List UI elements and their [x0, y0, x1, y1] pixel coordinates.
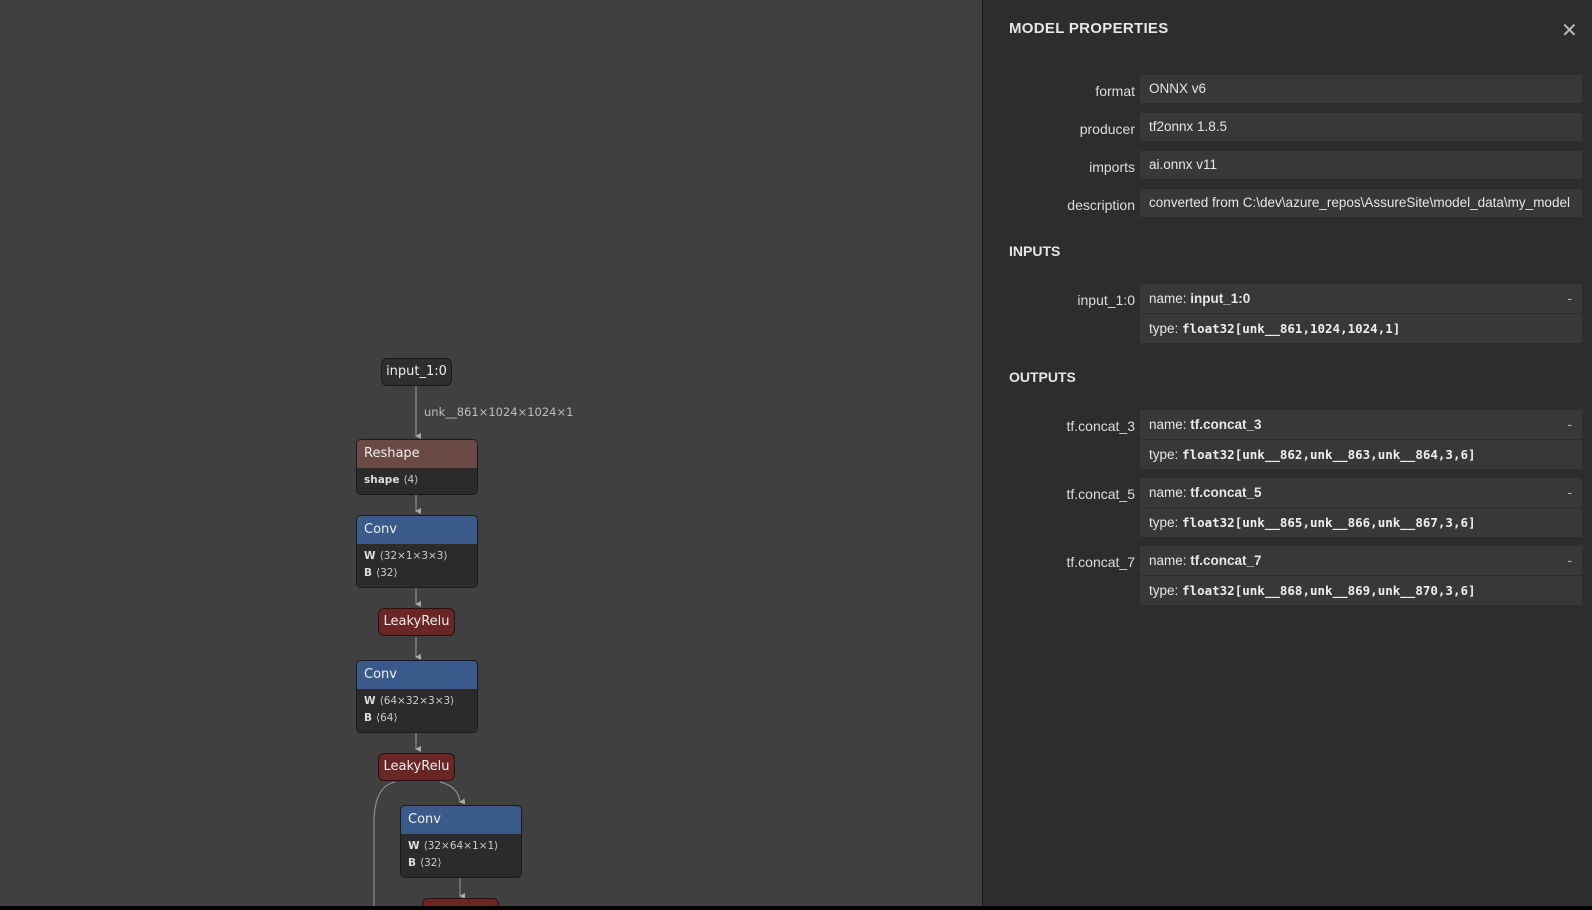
graph-node-reshape[interactable]: Reshape shape ⟨4⟩ — [356, 439, 478, 495]
output-name-line: name: tf.concat_5- — [1140, 478, 1582, 507]
node-op-label: LeakyRelu — [383, 614, 450, 629]
output-details[interactable]: name: tf.concat_5- type: float32[unk__86… — [1140, 478, 1582, 537]
node-attr: W ⟨64×32×3×3⟩ — [364, 695, 455, 707]
output-type-line: type: float32[unk__862,unk__863,unk__864… — [1140, 439, 1582, 469]
property-value[interactable]: ai.onnx v11 — [1140, 151, 1582, 179]
property-label: format — [1095, 83, 1135, 99]
collapse-toggle[interactable]: - — [1568, 410, 1573, 439]
property-value[interactable]: ONNX v6 — [1140, 75, 1582, 103]
node-op-label: Reshape — [357, 440, 477, 468]
property-value[interactable]: converted from C:\dev\azure_repos\Assure… — [1140, 189, 1582, 217]
inputs-section-title: INPUTS — [1009, 243, 1061, 259]
collapse-toggle[interactable]: - — [1568, 284, 1573, 313]
node-attr: B ⟨32⟩ — [408, 857, 442, 869]
graph-node-conv[interactable]: Conv W ⟨32×1×3×3⟩ B ⟨32⟩ — [356, 515, 478, 588]
input-details[interactable]: name: input_1:0- type: float32[unk__861,… — [1140, 284, 1582, 343]
output-details[interactable]: name: tf.concat_7- type: float32[unk__86… — [1140, 546, 1582, 605]
graph-node-input[interactable]: input_1:0 — [381, 358, 452, 386]
node-op-label: Conv — [401, 806, 521, 834]
model-properties-panel: MODEL PROPERTIES ✕ format ONNX v6 produc… — [982, 0, 1592, 906]
node-attr: shape ⟨4⟩ — [364, 474, 419, 486]
node-op-label: Conv — [357, 516, 477, 544]
graph-node-leakyrelu[interactable]: LeakyRelu — [378, 608, 455, 636]
graph-edge-label: unk__861×1024×1024×1 — [424, 405, 574, 419]
output-label: tf.concat_5 — [1066, 486, 1136, 502]
node-attr: B ⟨64⟩ — [364, 712, 398, 724]
output-details[interactable]: name: tf.concat_3- type: float32[unk__86… — [1140, 410, 1582, 469]
output-name-line: name: tf.concat_7- — [1140, 546, 1582, 575]
node-op-label: LeakyRelu — [383, 759, 450, 774]
node-op-label: Conv — [357, 661, 477, 689]
node-attr: W ⟨32×64×1×1⟩ — [408, 840, 499, 852]
graph-node-input-label: input_1:0 — [386, 364, 447, 379]
output-name-line: name: tf.concat_3- — [1140, 410, 1582, 439]
graph-edges — [373, 386, 466, 906]
input-label: input_1:0 — [1077, 292, 1135, 308]
graph-node-conv[interactable]: Conv W ⟨64×32×3×3⟩ B ⟨64⟩ — [356, 660, 478, 733]
output-label: tf.concat_3 — [1066, 418, 1136, 434]
graph-node-partial[interactable] — [422, 898, 499, 906]
collapse-toggle[interactable]: - — [1568, 546, 1573, 575]
property-value[interactable]: tf2onnx 1.8.5 — [1140, 113, 1582, 141]
graph-node-conv[interactable]: Conv W ⟨32×64×1×1⟩ B ⟨32⟩ — [400, 805, 522, 878]
input-name-line: name: input_1:0- — [1140, 284, 1582, 313]
collapse-toggle[interactable]: - — [1568, 478, 1573, 507]
property-label: description — [1067, 197, 1135, 213]
property-label: producer — [1079, 121, 1135, 137]
output-label: tf.concat_7 — [1066, 554, 1136, 570]
node-attr: W ⟨32×1×3×3⟩ — [364, 550, 448, 562]
graph-node-leakyrelu[interactable]: LeakyRelu — [378, 753, 455, 781]
node-attr: B ⟨32⟩ — [364, 567, 398, 579]
input-type-line: type: float32[unk__861,1024,1024,1] — [1140, 313, 1582, 343]
panel-title: MODEL PROPERTIES — [1009, 20, 1169, 37]
output-type-line: type: float32[unk__865,unk__866,unk__867… — [1140, 507, 1582, 537]
close-icon[interactable]: ✕ — [1561, 18, 1578, 43]
property-label: imports — [1089, 159, 1135, 175]
outputs-section-title: OUTPUTS — [1009, 369, 1076, 385]
graph-canvas[interactable]: input_1:0 unk__861×1024×1024×1 Reshape s… — [0, 0, 982, 906]
output-type-line: type: float32[unk__868,unk__869,unk__870… — [1140, 575, 1582, 605]
